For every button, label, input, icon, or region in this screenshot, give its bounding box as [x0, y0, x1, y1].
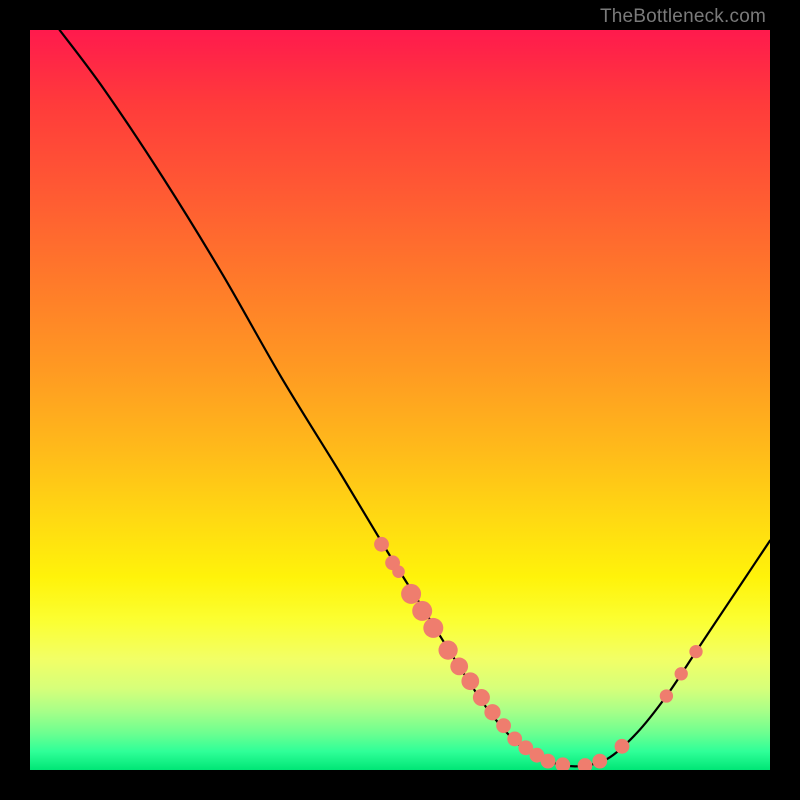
curve-svg [30, 30, 770, 770]
curve-marker [450, 658, 468, 676]
curve-markers [374, 537, 703, 770]
curve-marker [615, 739, 630, 754]
curve-marker [592, 754, 607, 769]
curve-marker [392, 565, 405, 578]
chart-frame: TheBottleneck.com [0, 0, 800, 800]
curve-marker [473, 689, 490, 706]
curve-marker [541, 754, 556, 769]
curve-marker [438, 641, 457, 660]
curve-marker [555, 757, 570, 770]
bottleneck-curve [60, 30, 770, 766]
curve-marker [496, 718, 511, 733]
curve-marker [423, 618, 443, 638]
curve-marker [675, 667, 688, 680]
curve-marker [484, 704, 500, 720]
curve-marker [578, 758, 593, 770]
watermark-text: TheBottleneck.com [600, 6, 766, 28]
curve-marker [412, 601, 432, 621]
plot-area [30, 30, 770, 770]
curve-marker [401, 584, 421, 604]
curve-marker [374, 537, 389, 552]
curve-marker [689, 645, 702, 658]
curve-marker [660, 689, 673, 702]
curve-marker [461, 672, 479, 690]
